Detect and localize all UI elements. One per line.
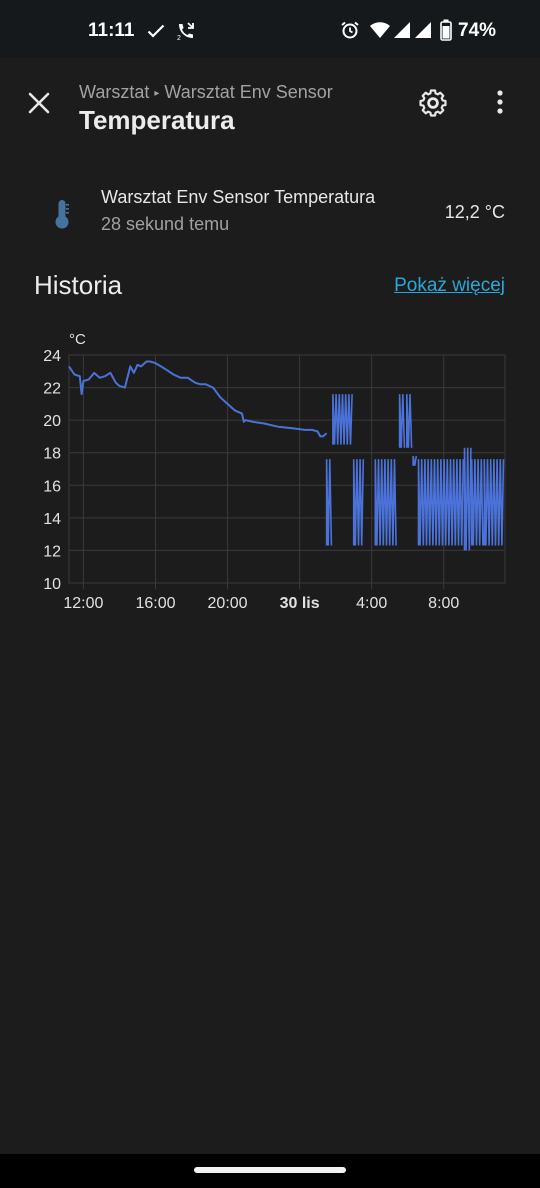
gear-icon <box>419 89 447 117</box>
more-options-button[interactable] <box>486 86 514 120</box>
page-title: Temperatura <box>79 105 235 135</box>
chart-series-oscillation <box>406 394 413 448</box>
chart-series-oscillation <box>374 459 397 546</box>
breadcrumb-device: Warsztat Env Sensor <box>164 82 333 102</box>
chart-series <box>68 360 505 551</box>
breadcrumb-area: Warsztat <box>79 82 150 102</box>
chart-y-tick-label: 14 <box>43 511 61 528</box>
navigation-bar <box>0 1154 540 1188</box>
chart-series-oscillation <box>352 459 365 546</box>
chart-x-tick-label: 12:00 <box>63 595 103 612</box>
breadcrumb-separator: ▸ <box>154 88 160 99</box>
chart-y-ticks: 10 12 14 16 18 20 22 24 <box>43 348 61 593</box>
dialog-header: Warsztat ▸ Warsztat Env Sensor Temperatura <box>0 58 540 158</box>
entity-last-changed: 28 sekund temu <box>101 214 230 234</box>
chart-series-oscillation <box>483 459 505 546</box>
battery-icon <box>440 19 452 41</box>
thermometer-icon <box>55 200 69 229</box>
chart-series-oscillation <box>463 447 472 551</box>
close-button[interactable] <box>22 86 56 120</box>
chart-y-tick-label: 18 <box>43 446 61 463</box>
close-icon <box>28 92 50 114</box>
chart-series-oscillation <box>470 459 484 546</box>
signal-icon <box>394 22 410 38</box>
chart-x-tick-label: 20:00 <box>208 595 248 612</box>
chart-series-oscillation <box>412 455 418 466</box>
chart-series-oscillation <box>417 459 465 546</box>
history-heading: Historia <box>34 270 123 300</box>
chart-x-tick-label: 16:00 <box>135 595 175 612</box>
show-more-link[interactable]: Pokaż więcej <box>394 275 505 297</box>
chart-x-ticks: 12:00 16:00 20:00 30 lis 4:00 8:00 <box>63 595 459 612</box>
entity-state-row[interactable]: Warsztat Env Sensor Temperatura 28 sekun… <box>0 172 540 252</box>
chart-x-tick-label: 30 lis <box>280 595 320 612</box>
status-time: 11:11 <box>88 20 135 41</box>
entity-state-value: 12,2 °C <box>444 202 505 222</box>
more-vertical-icon <box>497 90 503 114</box>
chart-x-tick-label: 4:00 <box>356 595 387 612</box>
settings-button[interactable] <box>416 86 450 120</box>
chart-series-oscillation <box>325 459 333 546</box>
breadcrumb: Warsztat ▸ Warsztat Env Sensor <box>79 82 333 103</box>
chart-y-tick-label: 16 <box>43 478 61 495</box>
chart-y-axis-label: °C <box>69 331 86 348</box>
chart-series-line <box>68 360 328 438</box>
chart-grid <box>68 354 506 589</box>
call-forward-icon: 2 <box>177 22 194 41</box>
chart-y-tick-label: 12 <box>43 543 61 560</box>
signal-icon <box>415 22 431 38</box>
chart-plot-border <box>68 354 506 584</box>
chart-y-tick-label: 24 <box>43 348 61 365</box>
chart-y-tick-label: 22 <box>43 381 61 398</box>
entity-name: Warsztat Env Sensor Temperatura <box>101 187 376 207</box>
chart-y-tick-label: 20 <box>43 413 61 430</box>
battery-percentage: 74% <box>458 20 497 41</box>
wifi-icon <box>370 22 390 38</box>
history-chart[interactable]: 10 12 14 16 18 20 22 24 12:00 16:00 20:00 30 lis 4:… <box>0 320 540 620</box>
svg-text:2: 2 <box>177 35 181 41</box>
chart-series-oscillation <box>398 394 406 448</box>
chart-x-tick-label: 8:00 <box>428 595 459 612</box>
status-bar: 11:11 2 74% <box>0 0 540 58</box>
chart-series-oscillation <box>332 394 353 445</box>
check-icon <box>147 24 165 38</box>
chart-y-tick-label: 10 <box>43 576 61 593</box>
gesture-handle[interactable] <box>194 1167 346 1173</box>
alarm-icon <box>341 21 359 39</box>
